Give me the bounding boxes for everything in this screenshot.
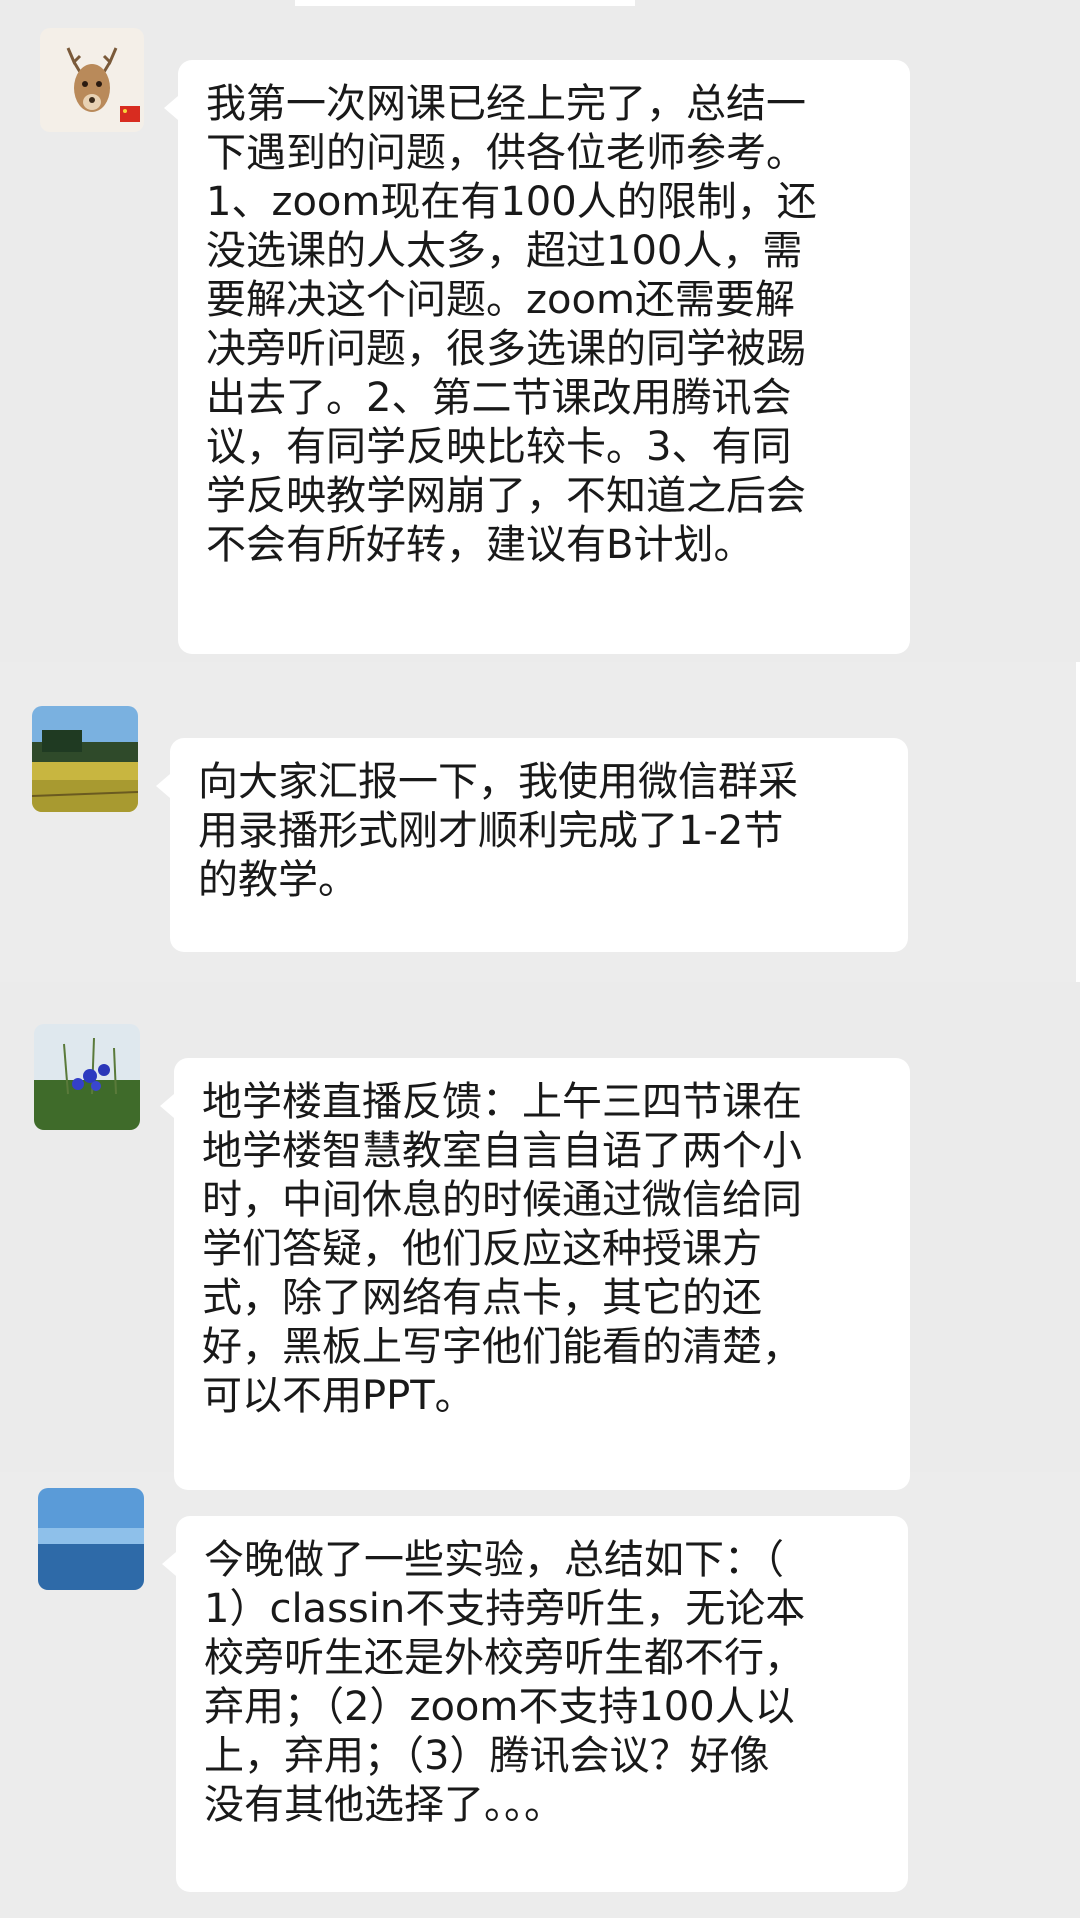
landscape-icon <box>32 706 138 812</box>
message-text: 今晚做了一些实验，总结如下：（ 1）classin不支持旁听生，无论本 校旁听生… <box>204 1537 806 1828</box>
message-bubble[interactable]: 地学楼直播反馈：上午三四节课在 地学楼智慧教室自言自语了两个小 时，中间休息的时… <box>160 1058 910 1490</box>
message-text: 地学楼直播反馈：上午三四节课在 地学楼智慧教室自言自语了两个小 时，中间休息的时… <box>202 1079 802 1419</box>
message-text: 我第一次网课已经上完了，总结一 下遇到的问题，供各位老师参考。 1、zoom现在… <box>206 81 817 568</box>
sea-sky-icon <box>38 1488 144 1590</box>
landscape-avatar[interactable] <box>32 706 138 812</box>
flowers-avatar[interactable] <box>34 1024 140 1130</box>
sea-sky-avatar[interactable] <box>38 1488 144 1590</box>
top-edge <box>295 0 635 6</box>
right-edge-segment <box>1076 662 1080 982</box>
message-bubble[interactable]: 今晚做了一些实验，总结如下：（ 1）classin不支持旁听生，无论本 校旁听生… <box>162 1516 908 1892</box>
message-text: 向大家汇报一下，我使用微信群采 用录播形式刚才顺利完成了1-2节 的教学。 <box>198 759 798 903</box>
message-bubble[interactable]: 我第一次网课已经上完了，总结一 下遇到的问题，供各位老师参考。 1、zoom现在… <box>164 60 910 654</box>
flower-icon <box>34 1024 140 1130</box>
deer-avatar[interactable] <box>40 28 144 132</box>
deer-icon <box>40 28 144 132</box>
message-bubble[interactable]: 向大家汇报一下，我使用微信群采 用录播形式刚才顺利完成了1-2节 的教学。 <box>156 738 908 952</box>
